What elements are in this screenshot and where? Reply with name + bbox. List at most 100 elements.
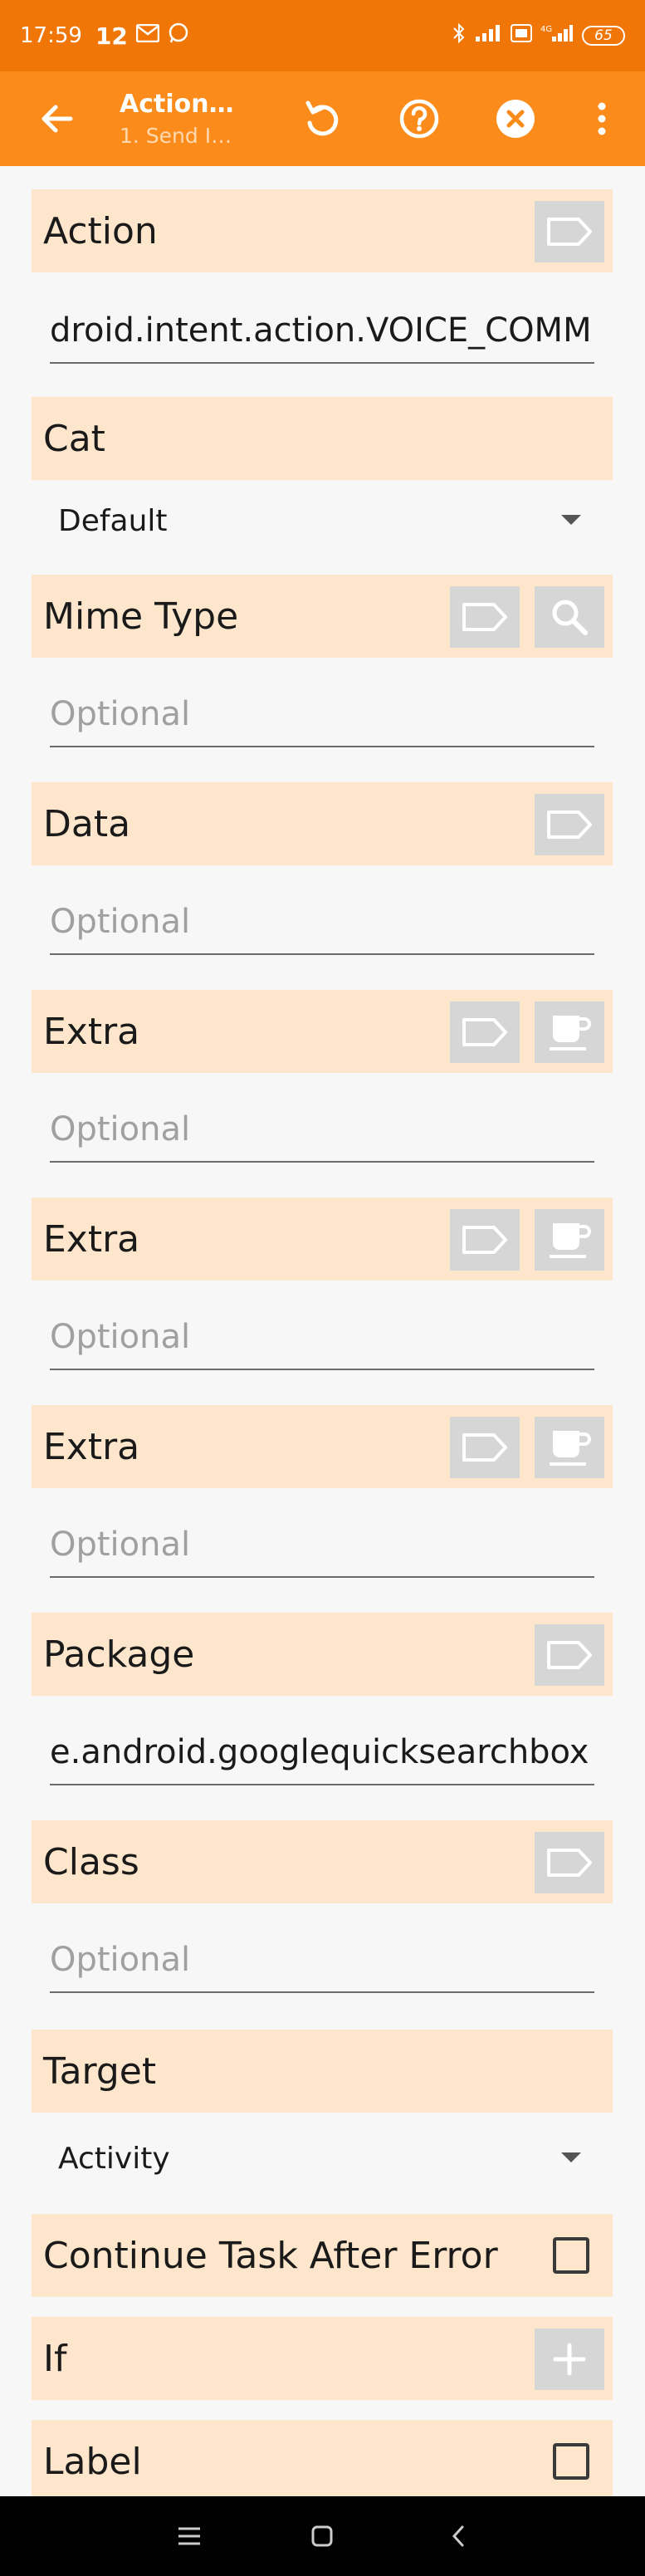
extra-1-variable-button[interactable] [450, 1002, 520, 1063]
help-button[interactable] [390, 90, 448, 148]
extra-1-section-header: Extra [32, 990, 613, 1073]
label-tag-icon [547, 1641, 592, 1669]
cancel-button[interactable] [486, 90, 545, 148]
back-arrow-icon [42, 105, 73, 133]
whatsapp-icon [168, 22, 189, 49]
svg-text:4G: 4G [540, 25, 552, 34]
continue-after-error-label: Continue Task After Error [43, 2234, 498, 2277]
mime-type-search-button[interactable] [535, 586, 604, 648]
label-tag-icon [462, 1226, 507, 1254]
plus-icon [553, 2343, 586, 2376]
class-label: Class [43, 1840, 139, 1883]
close-circle-icon [496, 100, 535, 138]
cat-dropdown[interactable]: Default [50, 492, 594, 550]
target-label: Target [43, 2050, 157, 2093]
label-tag-icon [547, 1849, 592, 1877]
chevron-down-icon [561, 515, 581, 525]
overflow-menu-button[interactable] [573, 90, 631, 148]
extra-2-java-button[interactable] [535, 1209, 604, 1271]
package-label: Package [43, 1633, 195, 1676]
extra-2-section-header: Extra [32, 1197, 613, 1281]
data-input[interactable] [50, 903, 594, 941]
undo-button[interactable] [293, 90, 351, 148]
mime-type-variable-button[interactable] [450, 586, 520, 648]
label-tag-icon [547, 811, 592, 839]
cat-section-header: Cat [32, 397, 613, 480]
label-checkbox[interactable] [553, 2443, 589, 2480]
extra-2-variable-button[interactable] [450, 1209, 520, 1271]
class-input[interactable] [50, 1941, 594, 1979]
data-section-header: Data [32, 782, 613, 865]
mime-type-section-header: Mime Type [32, 575, 613, 658]
data-label: Data [43, 802, 131, 845]
cat-selected-value: Default [58, 503, 168, 538]
extra-3-java-button[interactable] [535, 1417, 604, 1478]
extra-1-input[interactable] [50, 1110, 594, 1148]
back-nav-button[interactable] [433, 2511, 483, 2561]
gmail-icon [135, 23, 160, 47]
data-field[interactable] [50, 890, 594, 955]
search-icon [552, 600, 588, 635]
mime-type-label: Mime Type [43, 595, 239, 638]
home-button[interactable] [297, 2511, 347, 2561]
mime-type-field[interactable] [50, 683, 594, 747]
package-field[interactable]: e.android.googlequicksearchbox [50, 1721, 594, 1785]
action-label: Action [43, 209, 158, 252]
recents-button[interactable] [164, 2511, 214, 2561]
extra-3-input[interactable] [50, 1526, 594, 1564]
system-nav-bar [0, 2496, 645, 2576]
signal-icon-2: 4G [540, 23, 574, 48]
extra-1-label: Extra [43, 1010, 140, 1053]
extra-2-field[interactable] [50, 1305, 594, 1370]
mime-type-input[interactable] [50, 695, 594, 733]
more-vert-icon [598, 102, 606, 135]
target-section-header: Target [32, 2030, 613, 2113]
back-button[interactable] [28, 90, 86, 148]
target-dropdown[interactable]: Activity [50, 2129, 594, 2187]
extra-1-field[interactable] [50, 1098, 594, 1163]
action-section-header: Action [32, 189, 613, 272]
if-section-header: If [32, 2317, 613, 2400]
extra-2-input[interactable] [50, 1318, 594, 1356]
coffee-cup-icon [550, 1223, 591, 1258]
app-bar-subtitle: 1. Send I… [120, 124, 232, 148]
bluetooth-icon [452, 22, 466, 49]
package-section-header: Package [32, 1613, 613, 1696]
label-tag-icon [462, 1433, 507, 1462]
data-variable-button[interactable] [535, 794, 604, 855]
label-tag-icon [547, 218, 592, 246]
undo-icon [305, 100, 339, 136]
home-square-icon [311, 2525, 333, 2547]
status-bar: 17:59 12 4G 65 [0, 0, 645, 71]
extra-3-field[interactable] [50, 1513, 594, 1578]
app-bar: Action… 1. Send I… [0, 71, 645, 166]
extra-3-label: Extra [43, 1425, 140, 1468]
package-field-value: e.android.googlequicksearchbox [50, 1733, 589, 1771]
add-condition-button[interactable] [535, 2329, 604, 2390]
battery-indicator: 65 [582, 26, 625, 46]
action-variable-button[interactable] [535, 201, 604, 262]
app-bar-title: Action… [120, 90, 234, 119]
signal-icon-1 [474, 23, 502, 48]
class-section-header: Class [32, 1820, 613, 1903]
notification-count: 12 [95, 22, 128, 50]
continue-after-error-checkbox[interactable] [553, 2237, 589, 2274]
action-field-value: droid.intent.action.VOICE_COMM [50, 311, 592, 350]
extra-2-label: Extra [43, 1217, 140, 1261]
action-field[interactable]: droid.intent.action.VOICE_COMM [50, 299, 594, 364]
if-label: If [43, 2337, 67, 2380]
label-tag-icon [462, 603, 507, 631]
class-variable-button[interactable] [535, 1832, 604, 1893]
status-time: 17:59 [20, 23, 82, 48]
extra-1-java-button[interactable] [535, 1002, 604, 1063]
class-field[interactable] [50, 1928, 594, 1993]
coffee-cup-icon [550, 1431, 591, 1466]
package-variable-button[interactable] [535, 1624, 604, 1686]
extra-3-section-header: Extra [32, 1405, 613, 1488]
label-row[interactable]: Label [32, 2420, 613, 2503]
menu-icon [178, 2527, 200, 2545]
label-tag-icon [462, 1018, 507, 1046]
cat-label: Cat [43, 417, 105, 460]
continue-after-error-row[interactable]: Continue Task After Error [32, 2214, 613, 2297]
extra-3-variable-button[interactable] [450, 1417, 520, 1478]
